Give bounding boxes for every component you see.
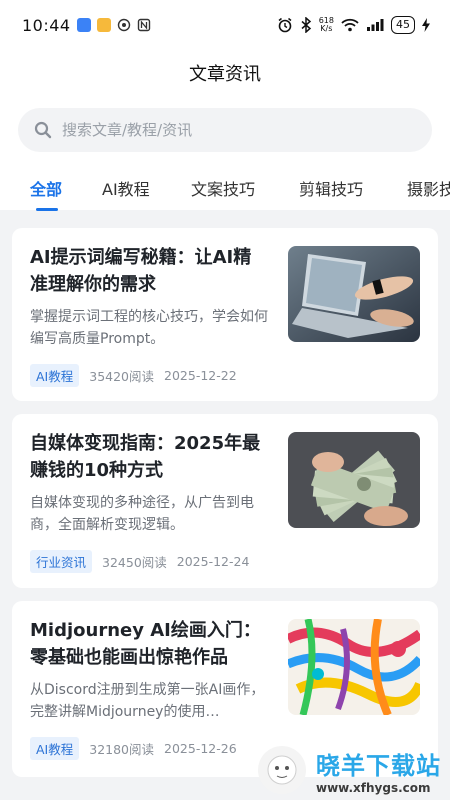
watermark-url: www.xfhygs.com (316, 780, 431, 795)
active-tab-indicator (36, 208, 58, 211)
tab-all[interactable]: 全部 (30, 176, 62, 200)
site-watermark: 晓羊下载站 www.xfhygs.com (258, 740, 450, 800)
article-description: 从Discord注册到生成第一张AI画作，完整讲解Midjourney的使用… (30, 682, 265, 720)
laptop-typing-photo (288, 246, 420, 342)
app-notification-icon (76, 18, 91, 32)
article-title: 自媒体变现指南：2025年最赚钱的10种方式 (30, 433, 261, 481)
charging-icon (422, 18, 430, 32)
search-icon (34, 121, 52, 139)
search-input[interactable] (62, 121, 402, 139)
article-title: AI提示词编写秘籍：让AI精准理解你的需求 (30, 247, 252, 295)
nfc-icon (137, 18, 150, 32)
watermark-title: 晓羊下载站 (316, 751, 441, 780)
publish-date: 2025-12-26 (164, 741, 237, 756)
status-bar: 10:44 618 K/s 45 (0, 0, 450, 50)
category-tag: AI教程 (30, 364, 80, 387)
category-tag: AI教程 (30, 737, 80, 760)
article-description: 自媒体变现的多种途径，从广告到电商，全面解析变现逻辑。 (30, 495, 254, 533)
mail-notification-icon (96, 18, 111, 32)
tab-editing[interactable]: 剪辑技巧 (299, 176, 363, 200)
battery-indicator: 45 (391, 16, 415, 34)
status-time: 10:44 (22, 15, 71, 35)
article-meta: AI教程 35420阅读 2025-12-22 (30, 364, 237, 387)
article-description: 掌握提示词工程的核心技巧，学会如何编写高质量Prompt。 (30, 309, 268, 347)
read-count: 32180阅读 (89, 742, 155, 757)
tab-photography[interactable]: 摄影技 (407, 176, 450, 200)
article-meta: 行业资讯 32450阅读 2025-12-24 (30, 550, 249, 573)
search-bar[interactable] (18, 108, 432, 152)
network-speed: 618 K/s (318, 16, 334, 33)
money-cash-photo (288, 432, 420, 528)
read-count: 32450阅读 (102, 555, 167, 570)
publish-date: 2025-12-24 (176, 554, 250, 569)
article-card[interactable]: 自媒体变现指南：2025年最赚钱的10种方式 自媒体变现的多种途径，从广告到电商… (12, 414, 438, 588)
alarm-icon (278, 17, 292, 33)
sheep-logo-icon (258, 746, 306, 794)
article-title: Midjourney AI绘画入门：零基础也能画出惊艳作品 (30, 620, 261, 668)
colorful-paint-photo (288, 619, 420, 715)
bluetooth-icon (301, 17, 311, 33)
page-header: 文章资讯 全部 AI教程 文案技巧 剪辑技巧 摄影技 (0, 50, 450, 211)
article-meta: AI教程 32180阅读 2025-12-26 (30, 737, 237, 760)
category-tag: 行业资讯 (30, 550, 93, 573)
publish-date: 2025-12-22 (164, 368, 237, 383)
wifi-icon (341, 18, 359, 32)
category-tabs: 全部 AI教程 文案技巧 剪辑技巧 摄影技 (0, 172, 450, 210)
tab-ai-tutorial[interactable]: AI教程 (102, 176, 150, 200)
chat-notification-icon (117, 18, 130, 32)
article-card[interactable]: AI提示词编写秘籍：让AI精准理解你的需求 掌握提示词工程的核心技巧，学会如何编… (12, 228, 438, 401)
read-count: 35420阅读 (89, 369, 155, 384)
page-title: 文章资讯 (189, 64, 261, 85)
signal-icon (367, 19, 384, 31)
tab-copywriting[interactable]: 文案技巧 (191, 176, 255, 200)
